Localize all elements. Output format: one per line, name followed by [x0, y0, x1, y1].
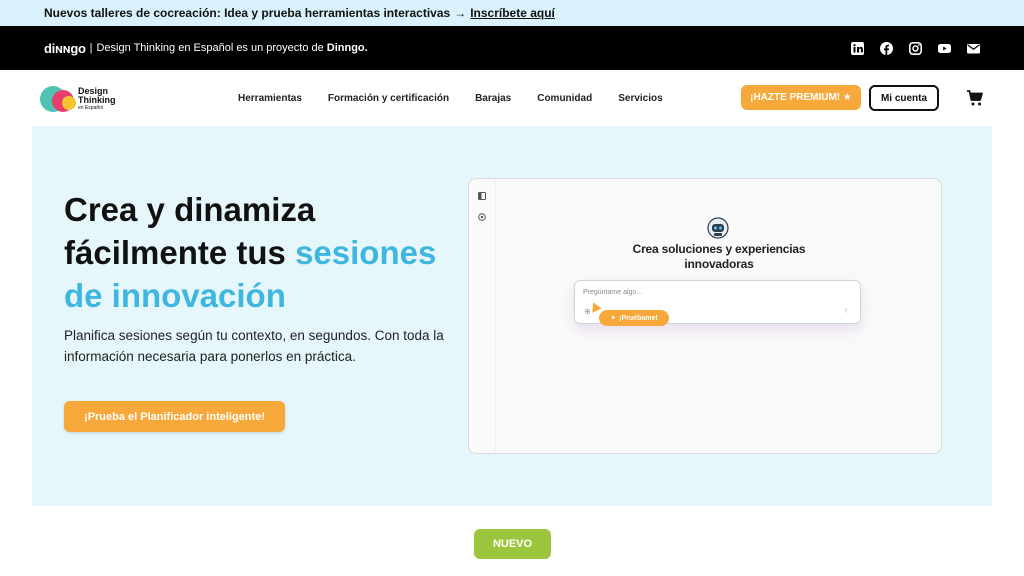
instagram-icon[interactable] — [909, 41, 922, 55]
nav-menu: Herramientas Formación y certificación B… — [238, 70, 663, 126]
topbar-text: Design Thinking en Español es un proyect… — [96, 42, 324, 54]
planner-mockup: Crea soluciones y experiencias innovador… — [468, 178, 942, 454]
logo-line-thinking: Thinking — [78, 95, 116, 105]
logo-text: Design Thinking en Español — [78, 87, 116, 112]
mockup-sidebar-divider — [495, 179, 496, 453]
nav-item-servicios[interactable]: Servicios — [618, 93, 662, 104]
send-arrow-icon: ↑ — [844, 306, 848, 315]
try-me-pill: ✦ ¡Pruébame! — [599, 310, 669, 326]
sidebar-toggle-icon — [478, 187, 486, 200]
email-icon[interactable] — [967, 42, 980, 55]
sparkle-icon: ✦ — [610, 315, 617, 322]
hero-section: Crea y dinamiza fácilmente tus sesiones … — [32, 126, 992, 506]
dinngo-logo[interactable]: diɴɴgo — [44, 41, 86, 56]
hero-subtitle: Planifica sesiones según tu contexto, en… — [64, 328, 444, 364]
nav-item-formacion[interactable]: Formación y certificación — [328, 93, 449, 104]
settings-icon — [478, 208, 486, 221]
robot-icon — [707, 217, 729, 239]
planner-cta-button[interactable]: ¡Prueba el Planificador inteligente! — [64, 401, 285, 432]
logo-line-espanol: en Español — [78, 105, 104, 111]
youtube-icon[interactable] — [938, 42, 951, 55]
nav-item-herramientas[interactable]: Herramientas — [238, 93, 302, 104]
facebook-icon[interactable] — [880, 41, 893, 55]
announcement-link[interactable]: Inscríbete aquí — [470, 6, 555, 20]
topbar-brand[interactable]: Dinngo. — [327, 42, 368, 54]
social-links — [851, 26, 980, 70]
hero-title-main: Crea y dinamiza fácilmente tus — [64, 191, 316, 271]
premium-button[interactable]: ¡HAZTE PREMIUM! ★ — [741, 85, 861, 110]
account-button[interactable]: Mi cuenta — [869, 85, 939, 111]
nav-item-comunidad[interactable]: Comunidad — [537, 93, 592, 104]
logo-circle-yellow — [62, 96, 76, 110]
hero-title: Crea y dinamiza fácilmente tus sesiones … — [64, 188, 454, 317]
nav-item-barajas[interactable]: Barajas — [475, 93, 511, 104]
cart-icon[interactable] — [966, 89, 984, 107]
new-badge: NUEVO — [474, 529, 551, 559]
top-bar: diɴɴgo | Design Thinking en Español es u… — [0, 26, 1024, 70]
design-thinking-logo[interactable]: Design Thinking en Español — [40, 84, 130, 114]
mockup-placeholder: Pregúntame algo... — [583, 289, 643, 296]
arrow-right-icon: → — [454, 6, 467, 20]
announcement-text: Nuevos talleres de cocreación: Idea y pr… — [44, 6, 451, 20]
linkedin-icon[interactable] — [851, 41, 864, 55]
mockup-title: Crea soluciones y experiencias innovador… — [632, 242, 806, 271]
announcement-bar: Nuevos talleres de cocreación: Idea y pr… — [0, 0, 1024, 26]
separator: | — [89, 42, 93, 54]
try-me-label: ¡Pruébame! — [619, 314, 658, 322]
